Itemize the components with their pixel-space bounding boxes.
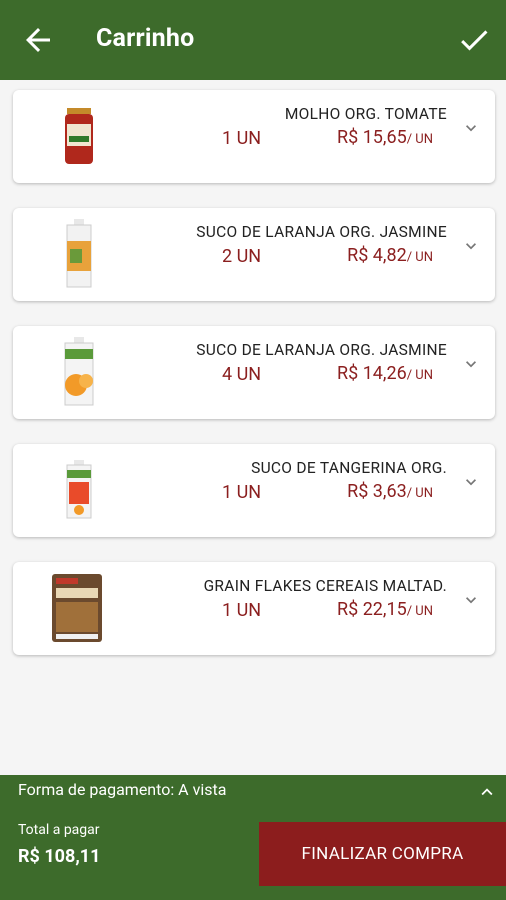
checkmark-icon[interactable] — [456, 22, 492, 58]
cart-item[interactable]: SUCO DE LARANJA ORG. JASMINE 2 UN R$ 4,8… — [13, 208, 495, 301]
payment-method[interactable]: Forma de pagamento: A vista — [18, 780, 226, 799]
checkout-footer: Forma de pagamento: A vista Total a paga… — [0, 775, 506, 900]
product-quantity: 2 UN — [222, 246, 262, 267]
cart-item[interactable]: GRAIN FLAKES CEREAIS MALTAD. 1 UN R$ 22,… — [13, 562, 495, 655]
total-label: Total a pagar — [18, 822, 100, 838]
product-price: R$ 15,65/ UN — [337, 127, 433, 148]
chevron-up-icon[interactable] — [476, 781, 498, 803]
product-name: GRAIN FLAKES CEREAIS MALTAD. — [203, 577, 447, 595]
product-name: SUCO DE TANGERINA ORG. — [251, 459, 447, 477]
page-title: Carrinho — [96, 24, 195, 53]
cart-item[interactable]: MOLHO ORG. TOMATE 1 UN R$ 15,65/ UN — [13, 90, 495, 183]
chevron-down-icon[interactable] — [461, 236, 481, 256]
product-name: SUCO DE LARANJA ORG. JASMINE — [196, 223, 447, 241]
finish-purchase-button[interactable]: FINALIZAR COMPRA — [259, 822, 506, 886]
product-image — [51, 336, 107, 408]
cart-item[interactable]: SUCO DE LARANJA ORG. JASMINE 4 UN R$ 14,… — [13, 326, 495, 419]
chevron-down-icon[interactable] — [461, 472, 481, 492]
product-price: R$ 4,82/ UN — [347, 245, 433, 266]
total-value: R$ 108,11 — [18, 846, 101, 867]
back-arrow-icon[interactable] — [20, 22, 56, 58]
chevron-down-icon[interactable] — [461, 118, 481, 138]
app-bar: Carrinho — [0, 0, 506, 80]
product-name: SUCO DE LARANJA ORG. JASMINE — [196, 341, 447, 359]
product-image — [51, 100, 107, 172]
product-quantity: 1 UN — [222, 128, 262, 149]
product-name: MOLHO ORG. TOMATE — [284, 105, 447, 123]
product-price: R$ 22,15/ UN — [337, 599, 433, 620]
product-price: R$ 3,63/ UN — [347, 481, 433, 502]
product-quantity: 1 UN — [222, 600, 262, 621]
product-price: R$ 14,26/ UN — [337, 363, 433, 384]
chevron-down-icon[interactable] — [461, 590, 481, 610]
product-image — [51, 454, 107, 526]
product-quantity: 4 UN — [222, 364, 262, 385]
cart-item[interactable]: SUCO DE TANGERINA ORG. 1 UN R$ 3,63/ UN — [13, 444, 495, 537]
product-quantity: 1 UN — [222, 482, 262, 503]
chevron-down-icon[interactable] — [461, 354, 481, 374]
product-image — [49, 572, 105, 644]
product-image — [51, 218, 107, 290]
